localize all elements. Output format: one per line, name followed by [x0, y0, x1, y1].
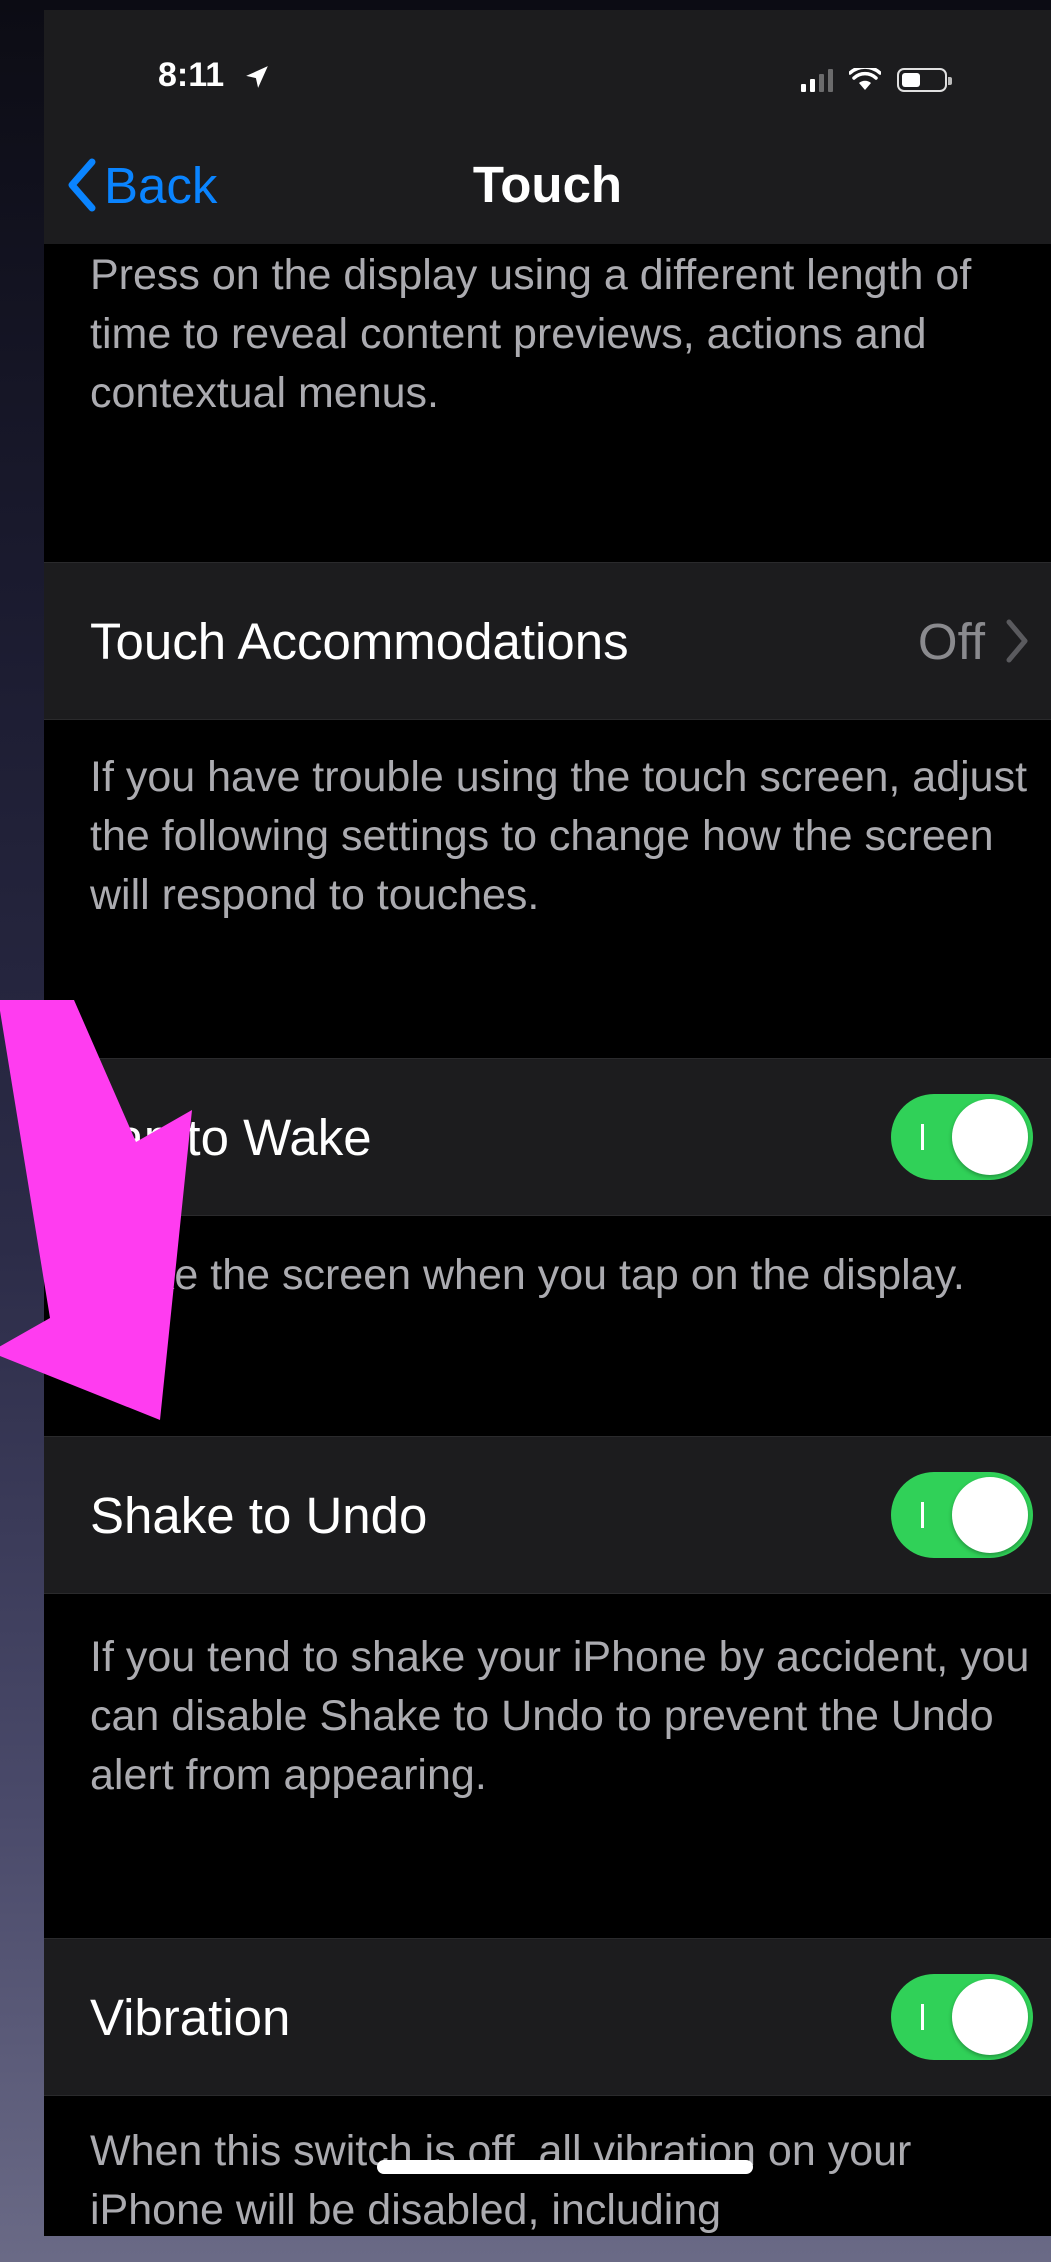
shake-to-undo-description: If you tend to shake your iPhone by acci… — [90, 1633, 1030, 1799]
touch-accommodations-value: Off — [917, 612, 985, 670]
vibration-label: Vibration — [90, 1988, 291, 2046]
touch-accommodations-label: Touch Accommodations — [90, 612, 629, 670]
touch-accommodations-row[interactable]: Touch Accommodations Off — [44, 562, 1051, 720]
battery-icon — [897, 68, 952, 92]
chevron-right-icon — [1006, 619, 1028, 663]
vibration-toggle[interactable] — [891, 1974, 1033, 2060]
touch-accommodations-description: If you have trouble using the touch scre… — [90, 753, 1028, 919]
annotation-arrow-icon — [0, 1000, 192, 1420]
page-title: Touch — [472, 156, 623, 213]
vibration-description: When this switch is off, all vibration o… — [90, 2127, 912, 2234]
status-indicators — [801, 65, 952, 95]
tap-to-wake-description: Wake the screen when you tap on the disp… — [90, 1251, 965, 1299]
cellular-signal-icon — [801, 68, 833, 92]
vibration-row: Vibration — [44, 1938, 1051, 2096]
wifi-icon — [849, 68, 881, 90]
haptic-touch-description: Press on the display using a different l… — [90, 251, 972, 417]
navigation-header: 8:11 Back Touch — [44, 10, 1051, 244]
shake-to-undo-label: Shake to Undo — [90, 1486, 428, 1544]
home-indicator[interactable] — [377, 2160, 753, 2174]
status-time: 8:11 — [158, 56, 225, 94]
tap-to-wake-toggle[interactable] — [891, 1094, 1033, 1180]
shake-to-undo-toggle[interactable] — [891, 1472, 1033, 1558]
location-arrow-icon — [246, 66, 268, 88]
